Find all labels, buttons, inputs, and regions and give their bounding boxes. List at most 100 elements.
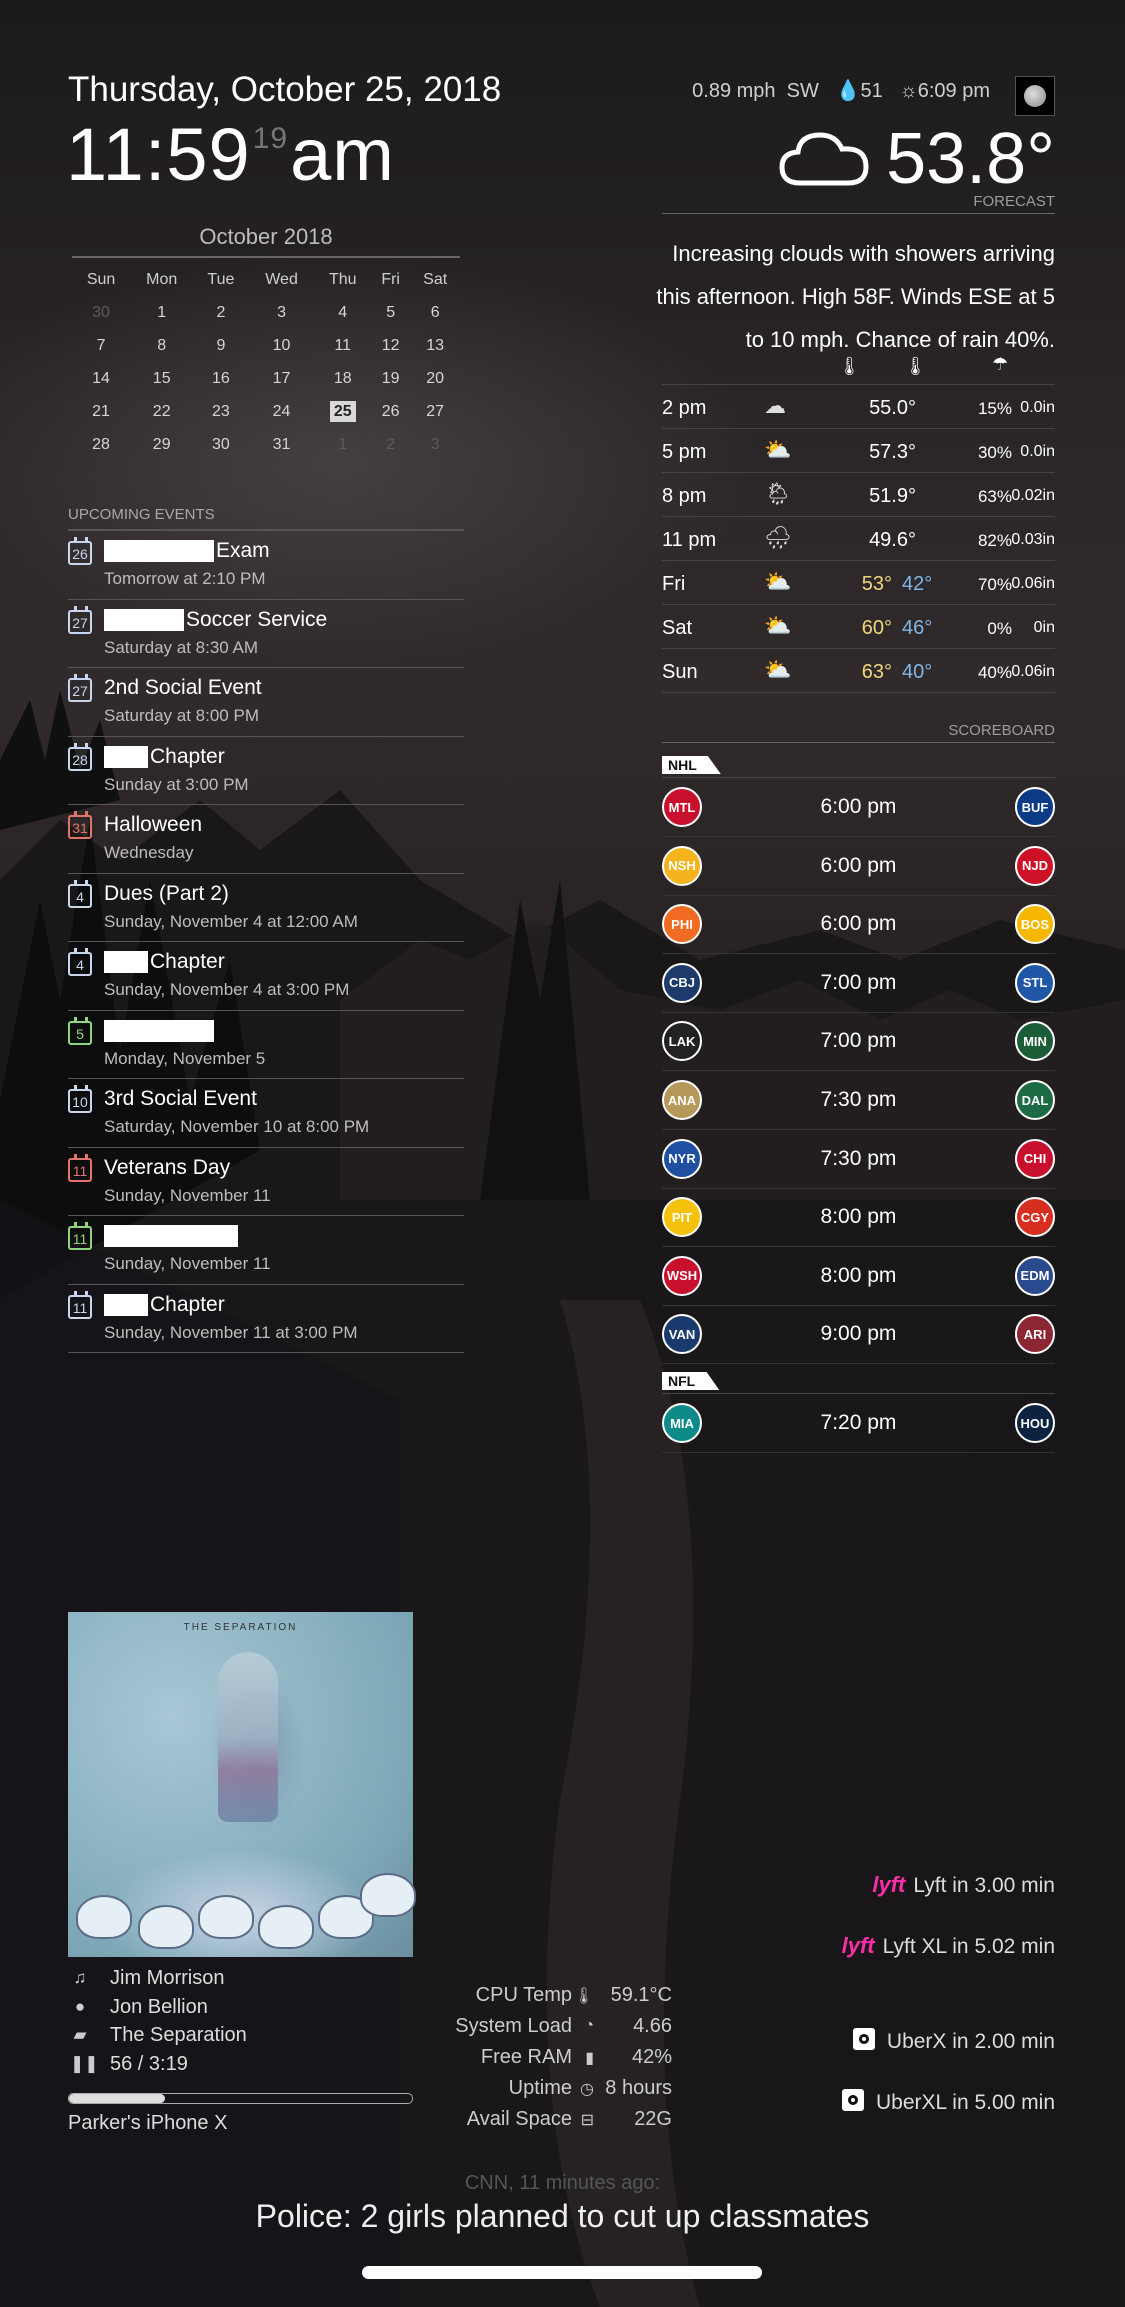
calendar-day-number: 4 [338,303,348,321]
calendar-weekday: Mon [146,271,178,288]
game-row[interactable]: LAK 7:00 pm MIN [662,1012,1055,1072]
pause-icon[interactable]: ❚❚ [70,2054,99,2074]
uber-icon [852,2028,875,2050]
game-row[interactable]: PHI 6:00 pm BOS [662,895,1055,955]
forecast-time: 11 pm [662,529,717,551]
track-progress-bar[interactable] [68,2093,413,2104]
weather-conditions: 0.89 mph SW 💧51 ☼6:09 pm [692,78,990,103]
event-title: Exam [216,539,270,562]
disk-icon: ⊟ [580,2112,594,2129]
calendar-day-number: 9 [216,336,226,354]
system-stat-label: System Load [455,2015,572,2037]
calendar-date-icon: 10 [68,1085,92,1113]
event-item[interactable]: 10 3rd Social Event Saturday, November 10 … [68,1079,464,1148]
calendar-day: 13 [410,329,460,362]
uber-ride-estimate[interactable]: UberXL in 5.00 min [842,2089,1055,2115]
calendar-day-number: 21 [92,402,110,420]
clock-date: Thursday, October 25, 2018 [68,70,502,109]
thermometer-icon: 🌡 [573,1988,594,2005]
calendar-date-icon: 27 [68,674,92,702]
album-art-figure [218,1652,278,1822]
event-item[interactable]: 26 Exam Tomorrow at 2:10 PM [68,531,464,600]
lyft-ride-estimate[interactable]: lyft Lyft in 3.00 min [872,1872,1055,1898]
calendar-day-number: 10 [272,336,291,354]
calendar-day: 1 [130,296,193,329]
event-item[interactable]: 4 Dues (Part 2) Sunday, November 4 at 12:0… [68,874,464,942]
game-row[interactable]: NYR 7:30 pm CHI [662,1130,1055,1189]
event-item[interactable]: 27 2nd Social Event Saturday at 8:00 PM [68,668,464,737]
event-title: Chapter [150,744,225,768]
game-row[interactable]: CBJ 7:00 pm STL [662,954,1055,1013]
home-team-logo: DAL [1015,1080,1055,1120]
calendar-day: 5 [371,296,410,329]
news-headline[interactable]: Police: 2 girls planned to cut up classm… [0,2198,1125,2235]
event-item[interactable]: 5 Monday, November 5 [68,1011,464,1079]
calendar-day: 11 [315,329,371,362]
game-row[interactable]: NSH 6:00 pm NJD [662,837,1055,896]
calendar-day: 2 [371,428,410,461]
event-time: Sunday, November 4 at 3:00 PM [104,980,350,999]
event-item[interactable]: 11 Sunday, November 11 [68,1216,464,1285]
game-row[interactable]: PIT 8:00 pm CGY [662,1188,1055,1248]
forecast-table: 🌡 🌡 ☂ 2 pm ☁ 55.0° 15% 0.0in 5 pm ⛅ 57.3° 30% 0.0… [662,350,1055,693]
event-title-row: 3rd Social Event [104,1087,257,1111]
system-stat-label: Avail Space [466,2108,572,2130]
system-stat-label: Free RAM [480,2046,572,2068]
event-item[interactable]: 31 Halloween Wednesday [68,805,464,874]
league-header: NHL [662,754,1055,778]
redacted-block [104,540,214,563]
event-item[interactable]: 27 Soccer Service Saturday at 8:30 AM [68,600,464,668]
game-row[interactable]: MIA 7:20 pm HOU [662,1394,1055,1453]
uber-ride-estimate[interactable]: UberX in 2.00 min [852,2028,1055,2054]
calendar-date-icon: 4 [68,879,92,908]
event-item[interactable]: 28 Chapter Sunday at 3:00 PM [68,737,464,805]
calendar-day: 23 [193,395,248,428]
system-stat: Uptime ◷ 8 hours [430,2075,672,2106]
now-playing-album-artist: ● Jon Bellion [68,1994,413,2023]
rain-icon: 🌧 [764,525,792,550]
album-art-sheep [138,1905,194,1949]
event-title: Soccer Service [186,607,328,631]
event-item[interactable]: 4 Chapter Sunday, November 4 at 3:00 PM [68,942,464,1011]
news-source: CNN, 11 minutes ago: [464,2172,661,2194]
calendar-day: 16 [193,362,248,395]
artist-name: Jim Morrison [110,1967,225,1989]
calendar-day-number: 19 [381,369,400,387]
event-time: Tomorrow at 2:10 PM [104,569,266,588]
wind-direction: SW [786,80,819,102]
event-item[interactable]: 11 Chapter Sunday, November 11 at 3:00 PM [68,1285,464,1353]
calendar-day: 31 [249,428,315,461]
forecast-high: 63° [861,661,892,683]
calendar-day: 12 [371,329,410,362]
home-team-logo: BUF [1015,787,1055,827]
now-playing-artist: ♫ Jim Morrison [68,1965,413,1994]
forecast-time: 8 pm [662,485,707,507]
system-stat: Free RAM ▮ 42% [430,2044,672,2075]
home-team-logo: EDM [1015,1255,1055,1296]
calendar-day-number: 6 [430,303,440,321]
game-time: 7:00 pm [820,1029,897,1053]
ride-estimate-text: Lyft XL in 5.02 min [882,1935,1055,1958]
game-time: 6:00 pm [820,912,897,936]
game-row[interactable]: ANA 7:30 pm DAL [662,1071,1055,1130]
current-temperature: 53.8° [886,119,1055,199]
game-row[interactable]: MTL 6:00 pm BUF [662,778,1055,837]
calendar-day-number: 1 [338,435,348,453]
event-title-row: Dues (Part 2) [104,882,229,906]
forecast-row: 2 pm ☁ 55.0° 15% 0.0in [662,385,1055,429]
calendar-day: 27 [410,395,460,428]
events-header: UPCOMING EVENTS [68,506,464,531]
forecast-row: Sat ⛅ 60° 46° 0% 0in [662,605,1055,649]
forecast-row: Sun ⛅ 63° 40° 40% 0.06in [662,649,1055,693]
calendar-day-number: 22 [152,402,171,420]
calendar-day-number: 28 [92,435,110,453]
game-row[interactable]: VAN 9:00 pm ARI [662,1305,1055,1365]
track-position: 56 / 3:19 [110,2052,188,2075]
home-indicator[interactable] [362,2266,762,2279]
calendar-day: 15 [130,362,193,395]
low-temp-icon: 🌡 [904,356,927,376]
event-item[interactable]: 11 Veterans Day Sunday, November 11 [68,1148,464,1216]
forecast-time: Fri [662,573,686,595]
game-row[interactable]: WSH 8:00 pm EDM [662,1247,1055,1306]
lyft-ride-estimate[interactable]: lyft Lyft XL in 5.02 min [842,1933,1055,1959]
